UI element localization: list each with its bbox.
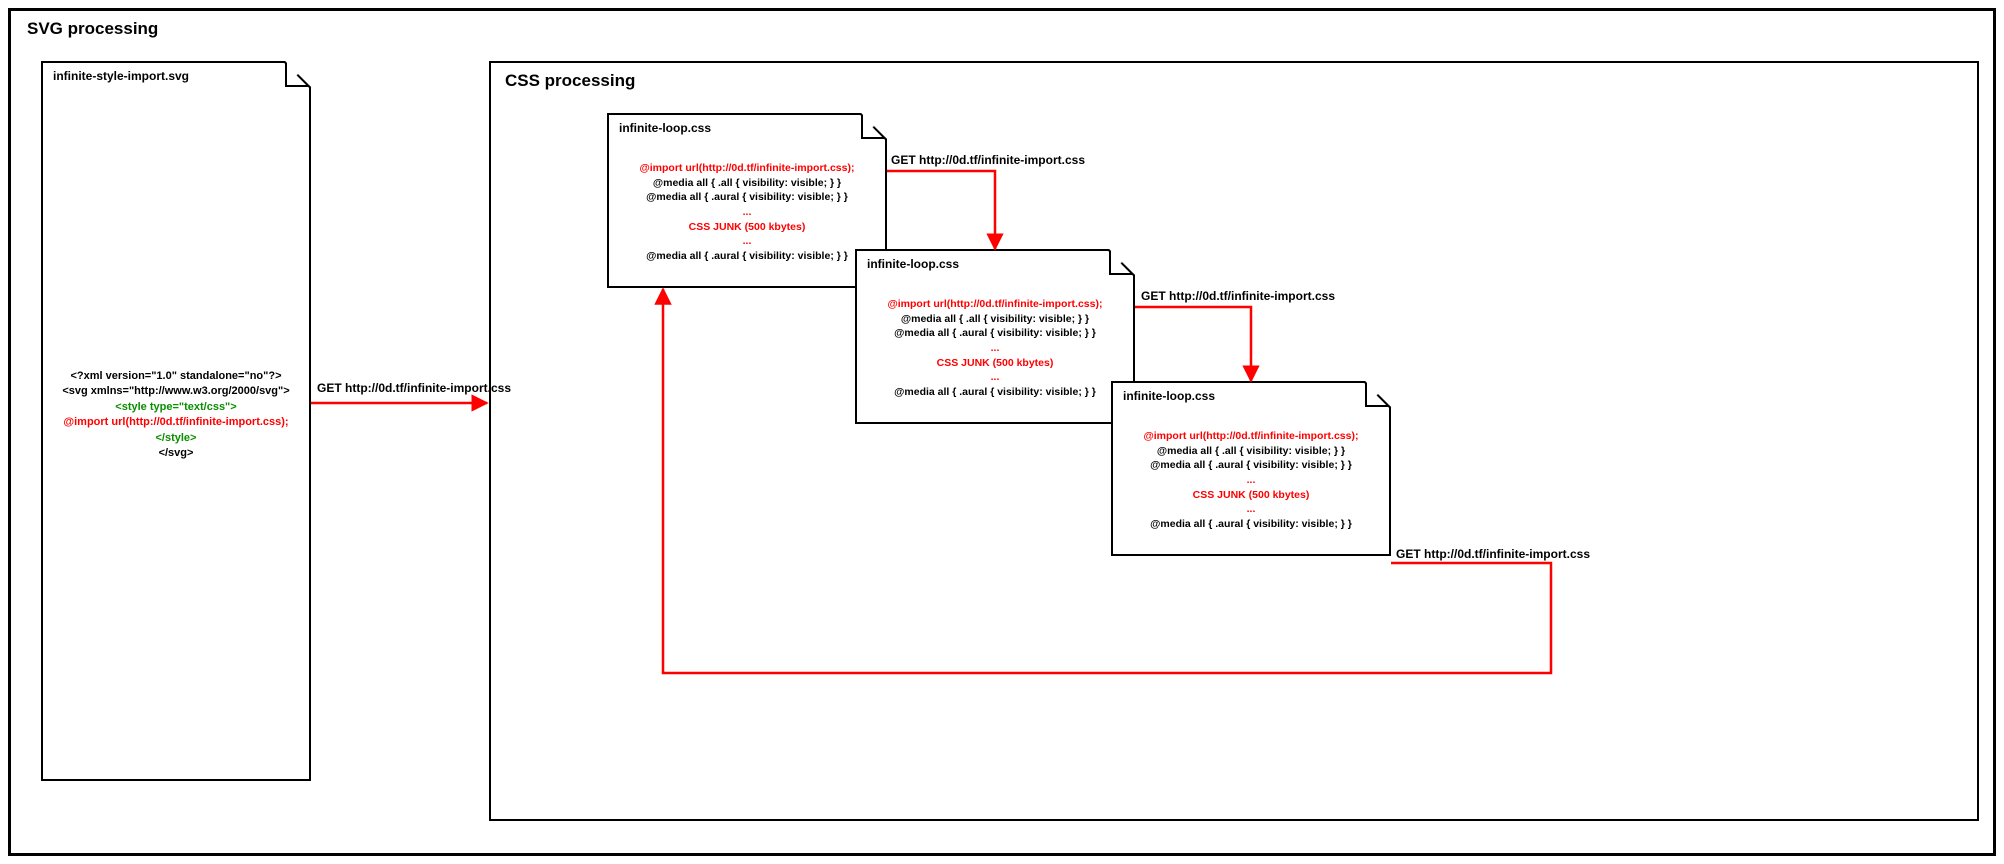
css-ellipsis: ... xyxy=(617,234,877,249)
svg-code-line: <?xml version="1.0" standalone="no"?> xyxy=(51,369,301,384)
svg-style-close: </style> xyxy=(51,431,301,446)
css-ellipsis: ... xyxy=(1121,473,1381,488)
css-code-line: @media all { .all { visibility: visible;… xyxy=(617,176,877,191)
css-code-line: @media all { .all { visibility: visible;… xyxy=(1121,444,1381,459)
get-request-label-3: GET http://0d.tf/infinite-import.css xyxy=(1141,289,1335,303)
css-junk-line: CSS JUNK (500 kbytes) xyxy=(617,220,877,235)
css-ellipsis: ... xyxy=(1121,502,1381,517)
svg-code-line: </svg> xyxy=(51,446,301,461)
css-file-document-2: infinite-loop.css @import url(http://0d.… xyxy=(855,249,1135,424)
svg-style-open: <style type="text/css"> xyxy=(51,400,301,415)
svg-file-document: infinite-style-import.svg <?xml version=… xyxy=(41,61,311,781)
css-code-line: @media all { .aural { visibility: visibl… xyxy=(617,190,877,205)
css-code-line: @media all { .aural { visibility: visibl… xyxy=(617,249,877,264)
get-request-label-1: GET http://0d.tf/infinite-import.css xyxy=(317,381,511,395)
css-junk-line: CSS JUNK (500 kbytes) xyxy=(865,356,1125,371)
css-doc-filename: infinite-loop.css xyxy=(609,115,885,141)
css-doc-filename: infinite-loop.css xyxy=(857,251,1133,277)
css-code-line: @media all { .aural { visibility: visibl… xyxy=(865,385,1125,400)
css-doc-content: @import url(http://0d.tf/infinite-import… xyxy=(1113,429,1389,532)
css-code-line: @media all { .aural { visibility: visibl… xyxy=(865,326,1125,341)
css-junk-line: CSS JUNK (500 kbytes) xyxy=(1121,488,1381,503)
css-doc-filename: infinite-loop.css xyxy=(1113,383,1389,409)
css-import-line: @import url(http://0d.tf/infinite-import… xyxy=(617,161,877,176)
svg-doc-filename: infinite-style-import.svg xyxy=(43,63,309,89)
css-ellipsis: ... xyxy=(617,205,877,220)
svg-doc-content: <?xml version="1.0" standalone="no"?> <s… xyxy=(43,369,309,461)
svg-code-line: <svg xmlns="http://www.w3.org/2000/svg"> xyxy=(51,384,301,399)
css-file-document-3: infinite-loop.css @import url(http://0d.… xyxy=(1111,381,1391,556)
css-code-line: @media all { .all { visibility: visible;… xyxy=(865,312,1125,327)
css-doc-content: @import url(http://0d.tf/infinite-import… xyxy=(857,297,1133,400)
css-import-line: @import url(http://0d.tf/infinite-import… xyxy=(1121,429,1381,444)
svg-processing-container: SVG processing infinite-style-import.svg… xyxy=(8,8,1996,856)
css-doc-content: @import url(http://0d.tf/infinite-import… xyxy=(609,161,885,264)
get-request-label-2: GET http://0d.tf/infinite-import.css xyxy=(891,153,1085,167)
css-import-line: @import url(http://0d.tf/infinite-import… xyxy=(865,297,1125,312)
css-processing-container: CSS processing infinite-loop.css @import… xyxy=(489,61,1979,821)
css-code-line: @media all { .aural { visibility: visibl… xyxy=(1121,458,1381,473)
outer-section-title: SVG processing xyxy=(27,19,1977,39)
css-ellipsis: ... xyxy=(865,341,1125,356)
inner-section-title: CSS processing xyxy=(505,71,1963,91)
svg-import-line: @import url(http://0d.tf/infinite-import… xyxy=(51,415,301,430)
get-request-label-4: GET http://0d.tf/infinite-import.css xyxy=(1396,547,1590,561)
css-ellipsis: ... xyxy=(865,370,1125,385)
css-file-document-1: infinite-loop.css @import url(http://0d.… xyxy=(607,113,887,288)
css-code-line: @media all { .aural { visibility: visibl… xyxy=(1121,517,1381,532)
